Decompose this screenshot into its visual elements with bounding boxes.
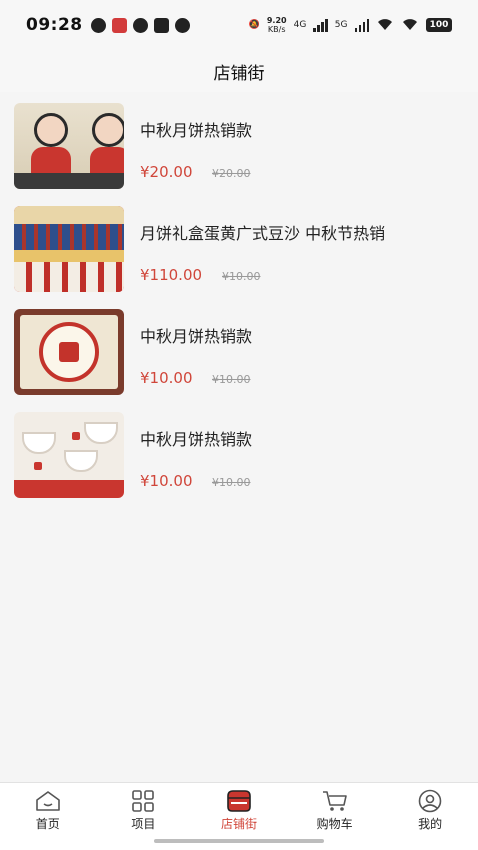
tea-cup (22, 432, 56, 454)
product-image[interactable] (14, 412, 124, 498)
store-icon (227, 790, 251, 812)
product-item[interactable]: 月饼礼盒蛋黄广式豆沙 中秋节热销 ¥110.00 ¥10.00 (14, 206, 464, 294)
product-name[interactable]: 中秋月饼热销款 (140, 117, 252, 141)
product-info: 月饼礼盒蛋黄广式豆沙 中秋节热销 ¥110.00 ¥10.00 (140, 206, 464, 294)
battery-icon: 100 (426, 18, 452, 32)
app-notification-icon (132, 17, 148, 33)
product-image[interactable] (14, 309, 124, 395)
tab-label: 项目 (131, 817, 156, 831)
app-notification-icon (90, 17, 106, 33)
user-icon (418, 789, 442, 813)
speed-value: 9.20 (266, 16, 287, 25)
signal-icon (354, 18, 369, 32)
wifi-icon (376, 17, 394, 34)
tea-cup (84, 422, 118, 444)
product-original-price: ¥10.00 (212, 476, 251, 489)
status-time: 09:28 (26, 15, 83, 35)
product-image[interactable] (14, 206, 124, 292)
home-icon (35, 791, 60, 811)
product-item[interactable]: 中秋月饼热销款 ¥10.00 ¥10.00 (14, 412, 464, 500)
palace-roof (14, 206, 124, 224)
doll-base (14, 173, 124, 189)
product-item[interactable]: 中秋月饼热销款 ¥10.00 ¥10.00 (14, 309, 464, 397)
product-info: 中秋月饼热销款 ¥20.00 ¥20.00 (140, 103, 464, 191)
product-price: ¥110.00 (140, 266, 203, 284)
double-happiness-emblem (59, 342, 79, 362)
speed-unit: KB/s (267, 25, 286, 34)
home-indicator[interactable] (154, 839, 324, 843)
doll-row (14, 262, 124, 292)
product-name[interactable]: 中秋月饼热销款 (140, 426, 252, 450)
tab-label: 我的 (418, 817, 443, 831)
palace-banner (14, 250, 124, 262)
product-original-price: ¥20.00 (212, 167, 251, 180)
network-speed: 9.20 KB/s (267, 16, 287, 34)
product-original-price: ¥10.00 (212, 373, 251, 386)
tab-home[interactable]: 首页 (0, 783, 96, 850)
signal-icon (313, 18, 328, 32)
status-bar: 09:28 🔕 9.20 KB/s 4G 5G 100 (0, 0, 478, 50)
product-price: ¥10.00 (140, 369, 193, 387)
product-price: ¥10.00 (140, 472, 193, 490)
product-image[interactable] (14, 103, 124, 189)
app-notification-icon (111, 17, 127, 33)
grid-icon (132, 790, 155, 812)
red-cloth (14, 480, 124, 498)
product-original-price: ¥10.00 (222, 270, 261, 283)
tea-cup (64, 450, 98, 472)
wechat-icon (174, 17, 190, 33)
product-price: ¥20.00 (140, 163, 193, 181)
decor-dot (72, 432, 80, 440)
decor-dot (34, 462, 42, 470)
app-notification-icon (153, 17, 169, 33)
product-name[interactable]: 中秋月饼热销款 (140, 323, 252, 347)
tab-label: 购物车 (316, 817, 353, 831)
network-label-1: 4G (293, 20, 307, 30)
palace-wall (14, 224, 124, 250)
product-name[interactable]: 月饼礼盒蛋黄广式豆沙 中秋节热销 (140, 220, 385, 244)
doll-figure (92, 113, 124, 147)
page-title: 店铺街 (213, 63, 265, 84)
frame-inner (20, 315, 118, 389)
mute-icon: 🔕 (248, 20, 260, 30)
status-right: 🔕 9.20 KB/s 4G 5G 100 (249, 16, 452, 34)
product-item[interactable]: 中秋月饼热销款 ¥20.00 ¥20.00 (14, 103, 464, 191)
doll-figure (34, 113, 68, 147)
tab-label: 首页 (35, 817, 60, 831)
cart-icon (322, 791, 347, 811)
tab-profile[interactable]: 我的 (382, 783, 478, 850)
network-label-2: 5G (334, 20, 348, 30)
tab-label: 店铺街 (220, 817, 257, 831)
product-info: 中秋月饼热销款 ¥10.00 ¥10.00 (140, 309, 464, 397)
notification-icons (90, 17, 190, 33)
product-info: 中秋月饼热销款 ¥10.00 ¥10.00 (140, 412, 464, 500)
wifi-icon (401, 17, 419, 34)
page-header: 店铺街 (0, 50, 478, 92)
